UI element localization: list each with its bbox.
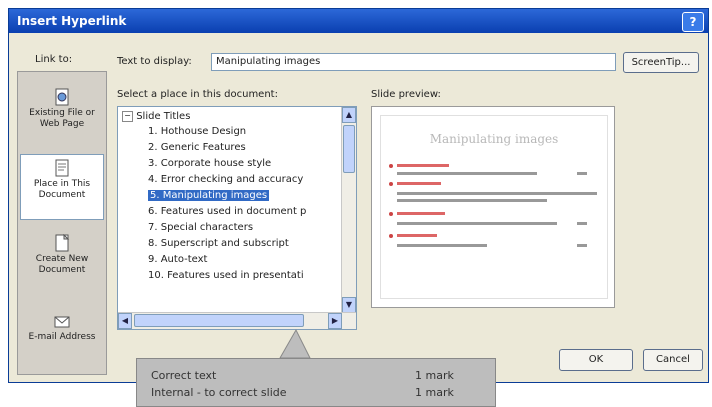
callout-criterion: Correct text — [151, 369, 217, 382]
callout-criterion: Internal - to correct slide — [151, 386, 287, 399]
callout-pointer — [279, 328, 311, 359]
marking-callout: Correct text 1 mark Internal - to correc… — [136, 358, 496, 407]
callout-mark: 1 mark — [415, 386, 454, 399]
callout-mark: 1 mark — [415, 369, 454, 382]
